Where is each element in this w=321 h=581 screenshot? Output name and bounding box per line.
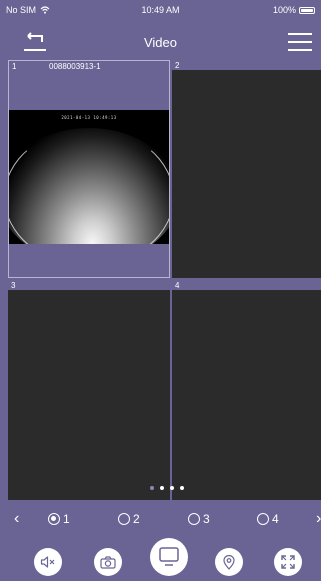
video-cell-4[interactable]: 4 (172, 280, 321, 500)
snapshot-button[interactable] (94, 548, 122, 576)
cell-index: 4 (175, 281, 180, 290)
video-cell-2[interactable]: 2 (172, 60, 321, 278)
mute-button[interactable] (34, 548, 62, 576)
empty-feed (172, 70, 321, 278)
channel-radio-3[interactable]: 3 (188, 512, 210, 526)
cell-index: 2 (175, 61, 180, 70)
camera-icon (100, 555, 116, 569)
video-grid: 1 0088003913-1 2021-04-13 10:49:13 2 3 4 (0, 60, 321, 500)
channel-label: 3 (203, 512, 210, 526)
fullscreen-button[interactable] (274, 548, 302, 576)
lens-edge (9, 128, 169, 244)
cell-header (8, 280, 170, 290)
cell-header (172, 60, 321, 70)
channel-label: 1 (63, 512, 70, 526)
cell-index: 3 (11, 281, 16, 290)
page-indicator[interactable] (150, 486, 184, 490)
next-channels-button[interactable]: › (316, 510, 321, 528)
video-cell-3[interactable]: 3 (8, 280, 170, 500)
radio-icon (188, 513, 200, 525)
cell-index: 1 (12, 62, 17, 71)
camera-feed: 2021-04-13 10:49:13 (9, 110, 169, 244)
battery-icon (299, 6, 315, 14)
menu-button[interactable] (287, 30, 313, 54)
header: No SIM 10:49 AM 100% Video (0, 0, 321, 60)
battery-percent: 100% (272, 5, 296, 15)
channel-label: 2 (133, 512, 140, 526)
video-cell-1[interactable]: 1 0088003913-1 2021-04-13 10:49:13 (8, 60, 170, 278)
mute-icon (40, 556, 55, 568)
location-button[interactable] (215, 548, 243, 576)
hamburger-menu-icon (288, 33, 312, 51)
radio-selected-icon (48, 513, 60, 525)
device-id: 0088003913-1 (49, 62, 101, 71)
status-right: 100% (273, 5, 315, 15)
empty-feed (172, 290, 321, 500)
page-dot[interactable] (150, 486, 154, 490)
page-dot[interactable] (170, 486, 174, 490)
fullscreen-icon (281, 555, 295, 569)
bottom-controls: ‹ 1 2 3 4 › (0, 500, 321, 581)
action-row (0, 538, 321, 581)
page-title: Video (143, 35, 177, 50)
screen-toggle-button[interactable] (150, 538, 188, 576)
channel-radio-4[interactable]: 4 (257, 512, 279, 526)
location-pin-icon (223, 554, 235, 570)
channel-selector: ‹ 1 2 3 4 › (0, 510, 321, 530)
cell-header (172, 280, 321, 290)
radio-icon (257, 513, 269, 525)
page-dot[interactable] (180, 486, 184, 490)
channel-radio-1[interactable]: 1 (48, 512, 70, 526)
radio-icon (118, 513, 130, 525)
feed-timestamp: 2021-04-13 10:49:13 (61, 115, 117, 120)
channel-label: 4 (272, 512, 279, 526)
status-bar: No SIM 10:49 AM 100% (0, 0, 321, 20)
prev-channels-button[interactable]: ‹ (14, 510, 19, 528)
video-screen: No SIM 10:49 AM 100% Video 1 0088003913-… (0, 0, 321, 581)
page-dot-active[interactable] (160, 486, 164, 490)
nav-bar: Video (0, 25, 321, 59)
monitor-icon (159, 547, 179, 566)
channel-radio-2[interactable]: 2 (118, 512, 140, 526)
empty-feed (8, 290, 170, 500)
